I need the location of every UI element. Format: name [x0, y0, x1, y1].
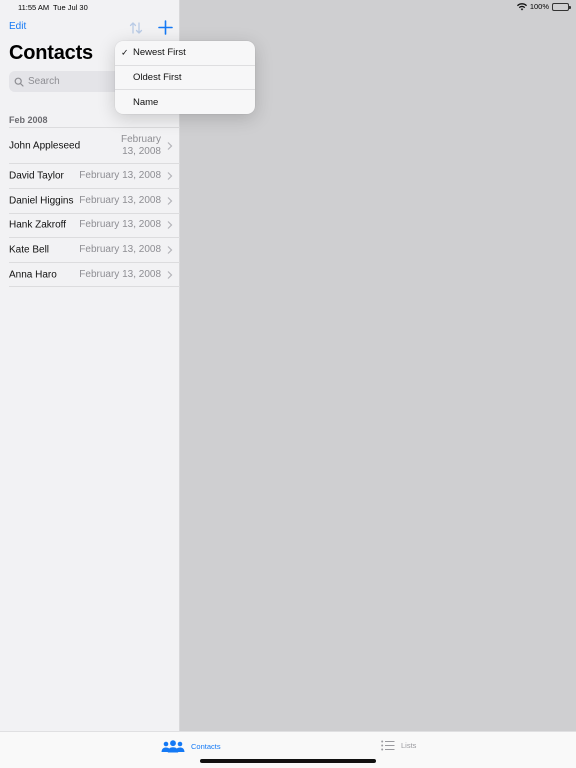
home-indicator: [200, 759, 376, 763]
tab-lists[interactable]: Lists: [381, 740, 416, 751]
wifi-icon: [516, 2, 527, 10]
contact-name: Hank Zakroff: [9, 219, 67, 231]
page-title: Contacts: [9, 42, 93, 64]
contact-name: David Taylor: [9, 170, 64, 182]
sort-menu: ✓ Newest First Oldest First Name: [115, 41, 255, 114]
chevron-right-icon: [167, 221, 173, 230]
search-icon: [14, 77, 24, 87]
chevron-right-icon: [167, 141, 173, 150]
sort-icon[interactable]: [128, 20, 144, 36]
tab-contacts[interactable]: Contacts: [161, 740, 221, 753]
status-time: 11:55 AM: [18, 3, 50, 12]
menu-item-name[interactable]: Name: [115, 90, 255, 114]
contact-name: John Appleseed: [9, 140, 81, 151]
contact-name: Anna Haro: [9, 269, 57, 281]
battery-icon: [552, 2, 571, 11]
tab-label: Contacts: [191, 742, 221, 751]
contact-date: February 13, 2008: [79, 244, 161, 256]
section-header: Feb 2008: [9, 115, 48, 125]
menu-item-oldest-first[interactable]: Oldest First: [115, 66, 255, 90]
edit-button[interactable]: Edit: [9, 21, 26, 32]
contact-row[interactable]: David Taylor February 13, 2008: [9, 163, 180, 188]
checkmark-icon: ✓: [121, 47, 129, 58]
battery-percent: 100%: [529, 2, 549, 11]
contact-date: February 13, 2008: [79, 268, 161, 280]
menu-item-label: Newest First: [133, 47, 186, 59]
contact-row[interactable]: Kate Bell February 13, 2008: [9, 237, 180, 262]
tab-label: Lists: [401, 741, 417, 750]
contact-date: February 13, 2008: [79, 219, 161, 231]
contact-date: February 13, 2008: [79, 169, 161, 181]
status-date: Tue Jul 30: [53, 3, 88, 12]
add-icon[interactable]: [157, 19, 174, 36]
contact-name: Kate Bell: [9, 244, 50, 256]
chevron-right-icon: [167, 196, 173, 205]
people-icon: [161, 740, 185, 753]
chevron-right-icon: [167, 270, 173, 279]
contact-row[interactable]: John Appleseed February 13, 2008: [9, 127, 180, 163]
search-placeholder: Search: [28, 76, 60, 87]
contact-row[interactable]: Hank Zakroff February 13, 2008: [9, 212, 180, 238]
contact-list: John Appleseed February 13, 2008 David T…: [0, 127, 180, 287]
status-right: 100%: [516, 2, 571, 11]
contact-name: Daniel Higgins: [9, 195, 74, 207]
menu-item-label: Oldest First: [133, 71, 182, 83]
list-icon: [381, 740, 395, 751]
contact-row[interactable]: Daniel Higgins February 13, 2008: [9, 187, 180, 213]
contact-row[interactable]: Anna Haro February 13, 2008: [9, 262, 180, 287]
contact-date: February 13, 2008: [79, 194, 161, 206]
chevron-right-icon: [167, 171, 173, 180]
menu-item-newest-first[interactable]: ✓ Newest First: [115, 41, 255, 66]
contact-date: February 13, 2008: [120, 133, 161, 157]
status-bar: 11:55 AM Tue Jul 30 100%: [0, 0, 576, 14]
chevron-right-icon: [167, 246, 173, 255]
menu-item-label: Name: [133, 96, 159, 108]
